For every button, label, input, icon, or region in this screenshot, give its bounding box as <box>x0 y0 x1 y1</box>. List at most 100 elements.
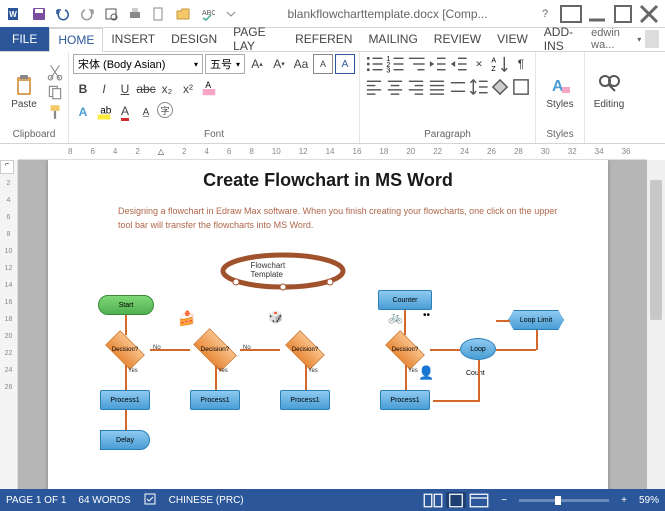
vertical-scrollbar[interactable] <box>647 160 665 489</box>
titlebar: W ABC blankflowcharttemplate.docx [Comp.… <box>0 0 665 28</box>
phonetic-guide-icon[interactable]: A <box>313 54 333 74</box>
zoom-out-button[interactable]: − <box>501 495 507 506</box>
zoom-value[interactable]: 59% <box>639 495 659 506</box>
svg-text:ab: ab <box>100 105 112 116</box>
char-shading-icon[interactable]: A̲ <box>136 102 156 122</box>
document-heading: Create Flowchart in MS Word <box>88 170 568 191</box>
user-name: edwin wa... <box>591 27 633 51</box>
tab-addins[interactable]: ADD-INS <box>536 27 591 51</box>
group-font: 宋体 (Body Asian)▾ 五号▾ A▴ A▾ Aa A A B I U … <box>69 52 360 143</box>
format-painter-icon[interactable] <box>46 103 64 121</box>
shading-icon[interactable] <box>490 77 510 97</box>
dots-icon: •• <box>423 310 430 321</box>
web-layout-icon[interactable] <box>469 492 489 508</box>
open-icon[interactable] <box>172 3 194 25</box>
text-effects-icon[interactable]: A <box>73 102 93 122</box>
align-right-icon[interactable] <box>406 77 426 97</box>
spelling-icon[interactable]: ABC <box>196 3 218 25</box>
subscript-button[interactable]: x₂ <box>157 79 177 99</box>
tab-view[interactable]: VIEW <box>489 27 536 51</box>
vertical-ruler[interactable]: ⌐ 2468101214161820222426 <box>0 160 18 489</box>
grow-font-icon[interactable]: A▴ <box>247 54 267 74</box>
justify-icon[interactable] <box>427 77 447 97</box>
clear-formatting-icon[interactable]: A <box>199 79 219 99</box>
page: Create Flowchart in MS Word Designing a … <box>48 160 608 489</box>
shape-process-3: Process1 <box>280 390 330 410</box>
close-icon[interactable] <box>637 4 661 24</box>
document-canvas[interactable]: Create Flowchart in MS Word Designing a … <box>18 160 647 489</box>
quick-print-icon[interactable] <box>124 3 146 25</box>
distributed-icon[interactable] <box>448 77 468 97</box>
font-color-icon[interactable]: A <box>115 102 135 122</box>
tab-mailings[interactable]: MAILING <box>360 27 425 51</box>
shape-start: Start <box>98 295 154 315</box>
proofing-icon[interactable] <box>143 492 157 509</box>
copy-icon[interactable] <box>46 83 64 101</box>
strikethrough-button[interactable]: abc <box>136 79 156 99</box>
tab-file[interactable]: FILE <box>0 27 49 51</box>
tab-design[interactable]: DESIGN <box>163 27 225 51</box>
group-clipboard: Paste Clipboard <box>0 52 69 143</box>
line-spacing-icon[interactable] <box>469 77 489 97</box>
page-count[interactable]: PAGE 1 OF 1 <box>6 495 66 506</box>
user-account[interactable]: edwin wa... ▾ <box>591 27 665 51</box>
person-icon: 👤 <box>418 365 434 381</box>
align-center-icon[interactable] <box>385 77 405 97</box>
dice-icon: 🎲 <box>268 310 283 324</box>
print-preview-icon[interactable] <box>100 3 122 25</box>
ltr-icon[interactable]: ✕ <box>469 54 489 74</box>
print-layout-icon[interactable] <box>446 492 466 508</box>
numbering-icon[interactable]: 123 <box>385 54 405 74</box>
borders-icon[interactable] <box>511 77 531 97</box>
shape-process-2: Process1 <box>190 390 240 410</box>
window-controls: ? <box>533 4 665 24</box>
bullets-icon[interactable] <box>364 54 384 74</box>
italic-button[interactable]: I <box>94 79 114 99</box>
word-icon[interactable]: W <box>4 3 26 25</box>
avatar-icon <box>645 30 659 48</box>
editing-button[interactable]: Editing <box>589 73 629 110</box>
font-name-select[interactable]: 宋体 (Body Asian)▾ <box>73 54 203 74</box>
zoom-slider[interactable] <box>519 499 609 502</box>
undo-icon[interactable] <box>52 3 74 25</box>
tab-home[interactable]: HOME <box>49 28 103 52</box>
font-size-select[interactable]: 五号▾ <box>205 54 245 74</box>
help-icon[interactable]: ? <box>533 4 557 24</box>
new-file-icon[interactable] <box>148 3 170 25</box>
sort-icon[interactable]: AZ <box>490 54 510 74</box>
enclose-char-icon[interactable]: 字 <box>157 102 173 118</box>
tab-review[interactable]: REVIEW <box>426 27 489 51</box>
horizontal-ruler[interactable]: 8642△24681012141618202224262830323436384… <box>18 144 647 160</box>
maximize-icon[interactable] <box>611 4 635 24</box>
paste-button[interactable]: Paste <box>4 73 44 110</box>
statusbar: PAGE 1 OF 1 64 WORDS CHINESE (PRC) − + 5… <box>0 489 665 511</box>
cut-icon[interactable] <box>46 63 64 81</box>
multilevel-list-icon[interactable] <box>406 54 426 74</box>
tab-references[interactable]: REFEREN <box>287 27 360 51</box>
underline-button[interactable]: U <box>115 79 135 99</box>
increase-indent-icon[interactable] <box>448 54 468 74</box>
language-status[interactable]: CHINESE (PRC) <box>169 495 244 506</box>
ribbon-display-icon[interactable] <box>559 4 583 24</box>
document-paragraph: Designing a flowchart in Edraw Max softw… <box>118 205 568 232</box>
char-border-icon[interactable]: A <box>335 54 355 74</box>
align-left-icon[interactable] <box>364 77 384 97</box>
shape-decision-1: Decision? <box>100 335 150 365</box>
highlight-icon[interactable]: ab <box>94 102 114 122</box>
minimize-icon[interactable] <box>585 4 609 24</box>
zoom-in-button[interactable]: + <box>621 495 627 506</box>
shrink-font-icon[interactable]: A▾ <box>269 54 289 74</box>
redo-icon[interactable] <box>76 3 98 25</box>
tab-insert[interactable]: INSERT <box>103 27 163 51</box>
save-icon[interactable] <box>28 3 50 25</box>
read-mode-icon[interactable] <box>423 492 443 508</box>
qat-customize-icon[interactable] <box>220 3 242 25</box>
styles-button[interactable]: A Styles <box>540 73 580 110</box>
show-marks-icon[interactable]: ¶ <box>511 54 531 74</box>
bold-button[interactable]: B <box>73 79 93 99</box>
decrease-indent-icon[interactable] <box>427 54 447 74</box>
change-case-icon[interactable]: Aa <box>291 54 311 74</box>
superscript-button[interactable]: x² <box>178 79 198 99</box>
word-count[interactable]: 64 WORDS <box>78 495 130 506</box>
tab-page-layout[interactable]: PAGE LAY <box>225 27 287 51</box>
